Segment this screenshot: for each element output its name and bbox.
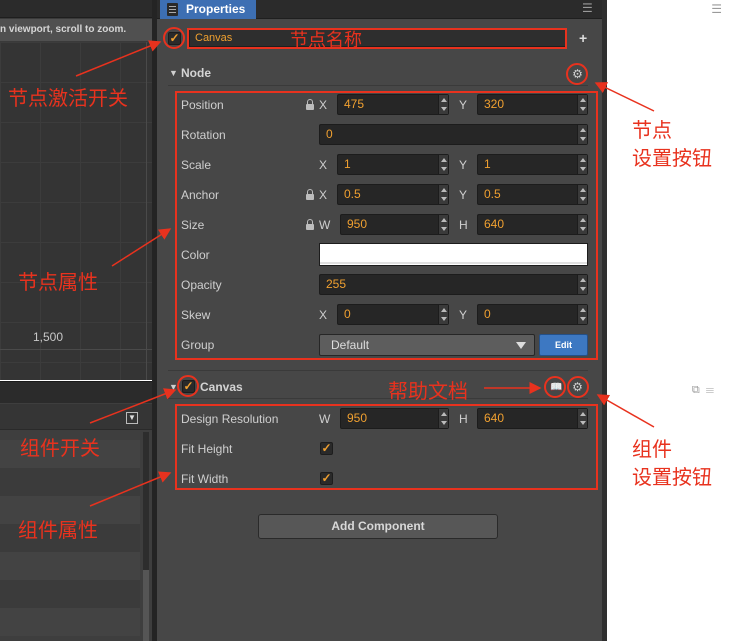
scene-hint-text: n viewport, scroll to zoom. [0,24,127,35]
annotation-box-node-properties [175,91,598,360]
divider [168,85,588,86]
scene-axis-line [0,349,152,350]
tab-properties-label: Properties [186,2,246,16]
annotation-node-settings-2: 设置按钮 [632,148,712,170]
annotation-component-settings-1: 组件 [632,439,672,461]
add-component-button[interactable]: Add Component [258,514,498,539]
dropdown-icon[interactable]: ▼ [126,412,138,424]
annotation-box-component-properties [175,404,598,490]
properties-tab-icon [167,3,178,16]
annotation-node-settings-1: 节点 [632,120,672,142]
annotation-node-toggle: 节点激活开关 [8,88,128,110]
hierarchy-panel-header [0,381,152,403]
component-title: Canvas [200,380,243,394]
annotation-component-properties: 组件属性 [18,520,98,542]
list-item[interactable] [0,468,140,496]
panel-window-icons[interactable]: ⧉☰ [692,384,720,397]
annotation-ring-node-gear [566,63,588,85]
scene-axis-label: 1,500 [33,330,64,344]
add-icon[interactable]: + [579,30,587,46]
annotation-ring-help [544,376,566,398]
menu-icon[interactable]: ☰ [582,1,593,15]
annotation-node-properties: 节点属性 [18,272,98,294]
divider [168,370,588,371]
list-item[interactable] [0,608,140,636]
scrollbar-thumb[interactable] [143,570,149,641]
list-item[interactable] [0,580,140,608]
annotation-ring-component-toggle [177,375,199,397]
scene-hint-bar: n viewport, scroll to zoom. [0,19,152,41]
scene-panel-header [0,0,152,18]
list-item[interactable] [0,552,140,580]
menu-icon[interactable]: ☰ [711,2,722,16]
annotation-help: 帮助文档 [388,381,468,403]
annotation-component-toggle: 组件开关 [20,438,100,460]
annotation-ring-component-gear [567,376,589,398]
annotation-ring-node-toggle [163,27,185,49]
divider [168,398,588,399]
annotation-node-name: 节点名称 [290,30,362,50]
annotation-component-settings-2: 设置按钮 [632,467,712,489]
annotation-box-node-name [187,28,567,49]
node-section-title: Node [181,66,211,80]
scene-axis-line [146,42,147,380]
collapse-arrow-icon[interactable]: ▼ [169,68,178,78]
scrollbar-track[interactable] [602,0,607,641]
